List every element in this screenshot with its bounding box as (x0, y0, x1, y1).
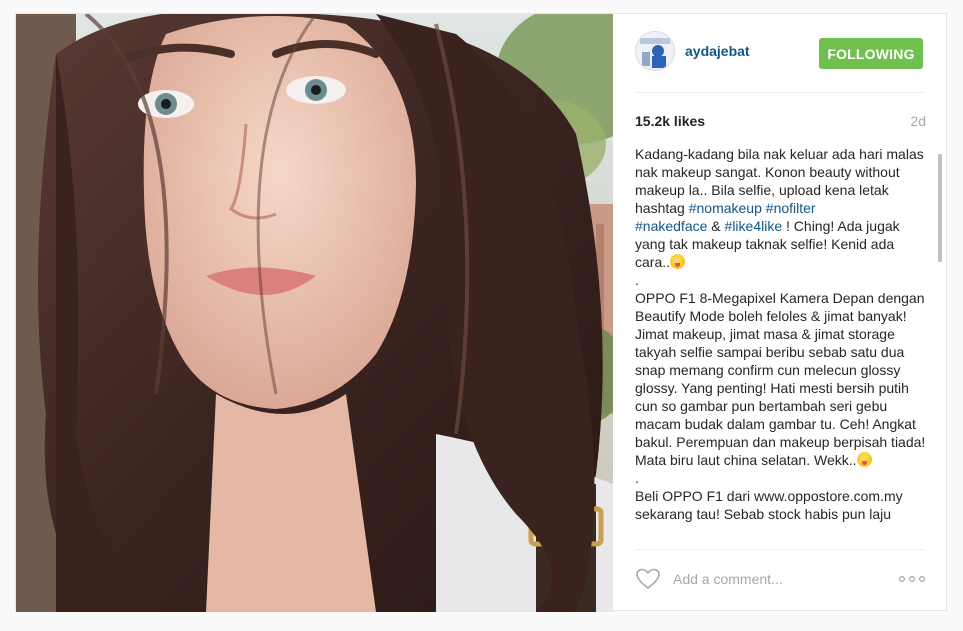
post-side-panel: aydajebat FOLLOWING 15.2k likes 2d Kadan… (613, 14, 948, 612)
hashtag-link[interactable]: #nomakeup (689, 200, 762, 216)
header-divider (635, 92, 925, 93)
post-age[interactable]: 2d (910, 113, 926, 129)
caption-scroll-area[interactable]: Kadang-kadang bila nak keluar ada hari m… (635, 145, 930, 547)
tongue-emoji (670, 254, 686, 269)
hashtag-link[interactable]: #nakedface (635, 218, 707, 234)
comment-divider (635, 549, 925, 550)
tongue-emoji (856, 452, 872, 467)
following-button[interactable]: FOLLOWING (819, 38, 923, 69)
heart-icon[interactable] (635, 566, 661, 592)
caption-text: Kadang-kadang bila nak keluar ada hari m… (635, 145, 930, 523)
caption-segment: . OPPO F1 8-Megapixel Kamera Depan denga… (635, 272, 926, 468)
post-photo[interactable] (16, 14, 613, 612)
comment-input[interactable] (673, 568, 873, 590)
likes-count[interactable]: 15.2k likes (635, 113, 705, 129)
caption-segment: & (707, 218, 725, 234)
post-header: aydajebat FOLLOWING (613, 14, 948, 92)
caption-segment: . Beli OPPO F1 dari www.oppostore.com.my… (635, 470, 903, 522)
hashtag-link[interactable]: #nofilter (766, 200, 816, 216)
comment-bar (635, 566, 925, 596)
avatar[interactable] (635, 31, 675, 71)
more-options-icon[interactable] (899, 574, 925, 584)
hashtag-link[interactable]: #like4like (725, 218, 783, 234)
post-card: aydajebat FOLLOWING 15.2k likes 2d Kadan… (15, 13, 948, 612)
username-link[interactable]: aydajebat (685, 43, 750, 59)
caption-scrollbar[interactable] (938, 154, 942, 262)
